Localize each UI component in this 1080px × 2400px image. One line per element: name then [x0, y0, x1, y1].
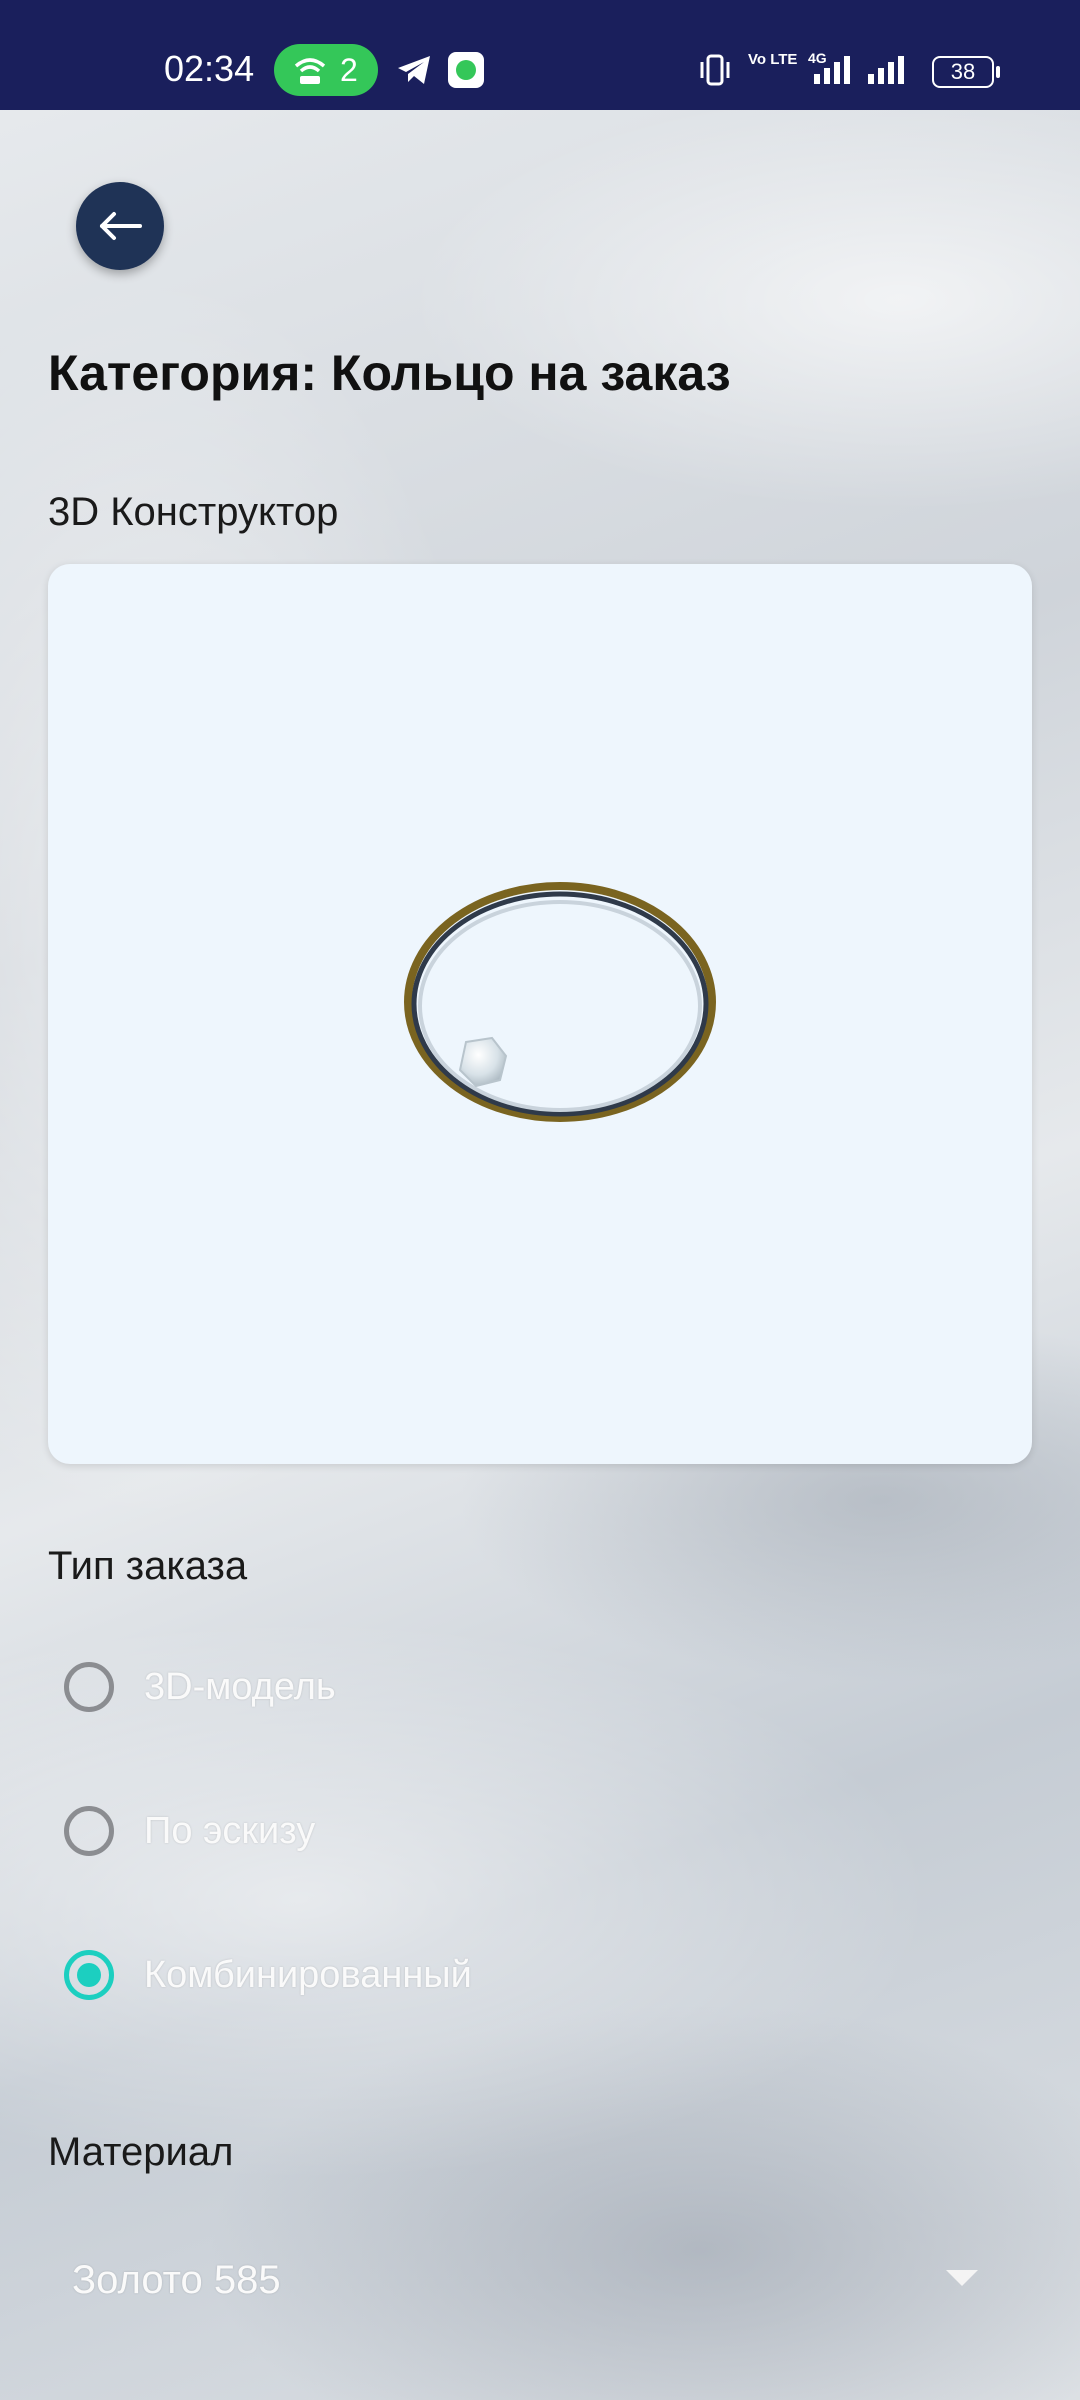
page-title: Категория: Кольцо на заказ: [48, 345, 731, 401]
signal-icon: [814, 56, 850, 84]
vibrate-icon: [700, 54, 730, 86]
hotspot-icon: [294, 58, 326, 84]
radio-label: По эскизу: [144, 1810, 316, 1852]
signal-icon: [868, 56, 904, 84]
volte-indicator: Vo LTE: [748, 51, 798, 68]
radio-label: 3D-модель: [144, 1666, 336, 1708]
hotspot-count: 2: [340, 52, 358, 88]
3d-viewer[interactable]: [48, 564, 1032, 1464]
radio-button[interactable]: [64, 1662, 114, 1712]
back-button[interactable]: [76, 182, 164, 270]
constructor-label: 3D Конструктор: [48, 490, 339, 534]
order-type-label: Тип заказа: [48, 1544, 248, 1588]
telegram-icon: [398, 56, 430, 84]
radio-label: Комбинированный: [144, 1954, 472, 1996]
radio-button-selected[interactable]: [64, 1950, 114, 2000]
material-dropdown[interactable]: Золото 585: [48, 2230, 1008, 2330]
status-bar: 02:34 2 Vo LTE 4G 38: [0, 0, 1080, 110]
chevron-down-icon: [946, 2270, 978, 2286]
radio-button[interactable]: [64, 1806, 114, 1856]
material-label: Материал: [48, 2130, 234, 2174]
hotspot-indicator: 2: [274, 44, 378, 96]
ring-model: [404, 882, 716, 1122]
battery-icon: 38: [932, 56, 1000, 88]
material-value: Золото 585: [72, 2258, 281, 2302]
messenger-icon: [448, 52, 484, 88]
back-arrow-icon: [100, 212, 142, 240]
status-time: 02:34: [164, 48, 255, 89]
